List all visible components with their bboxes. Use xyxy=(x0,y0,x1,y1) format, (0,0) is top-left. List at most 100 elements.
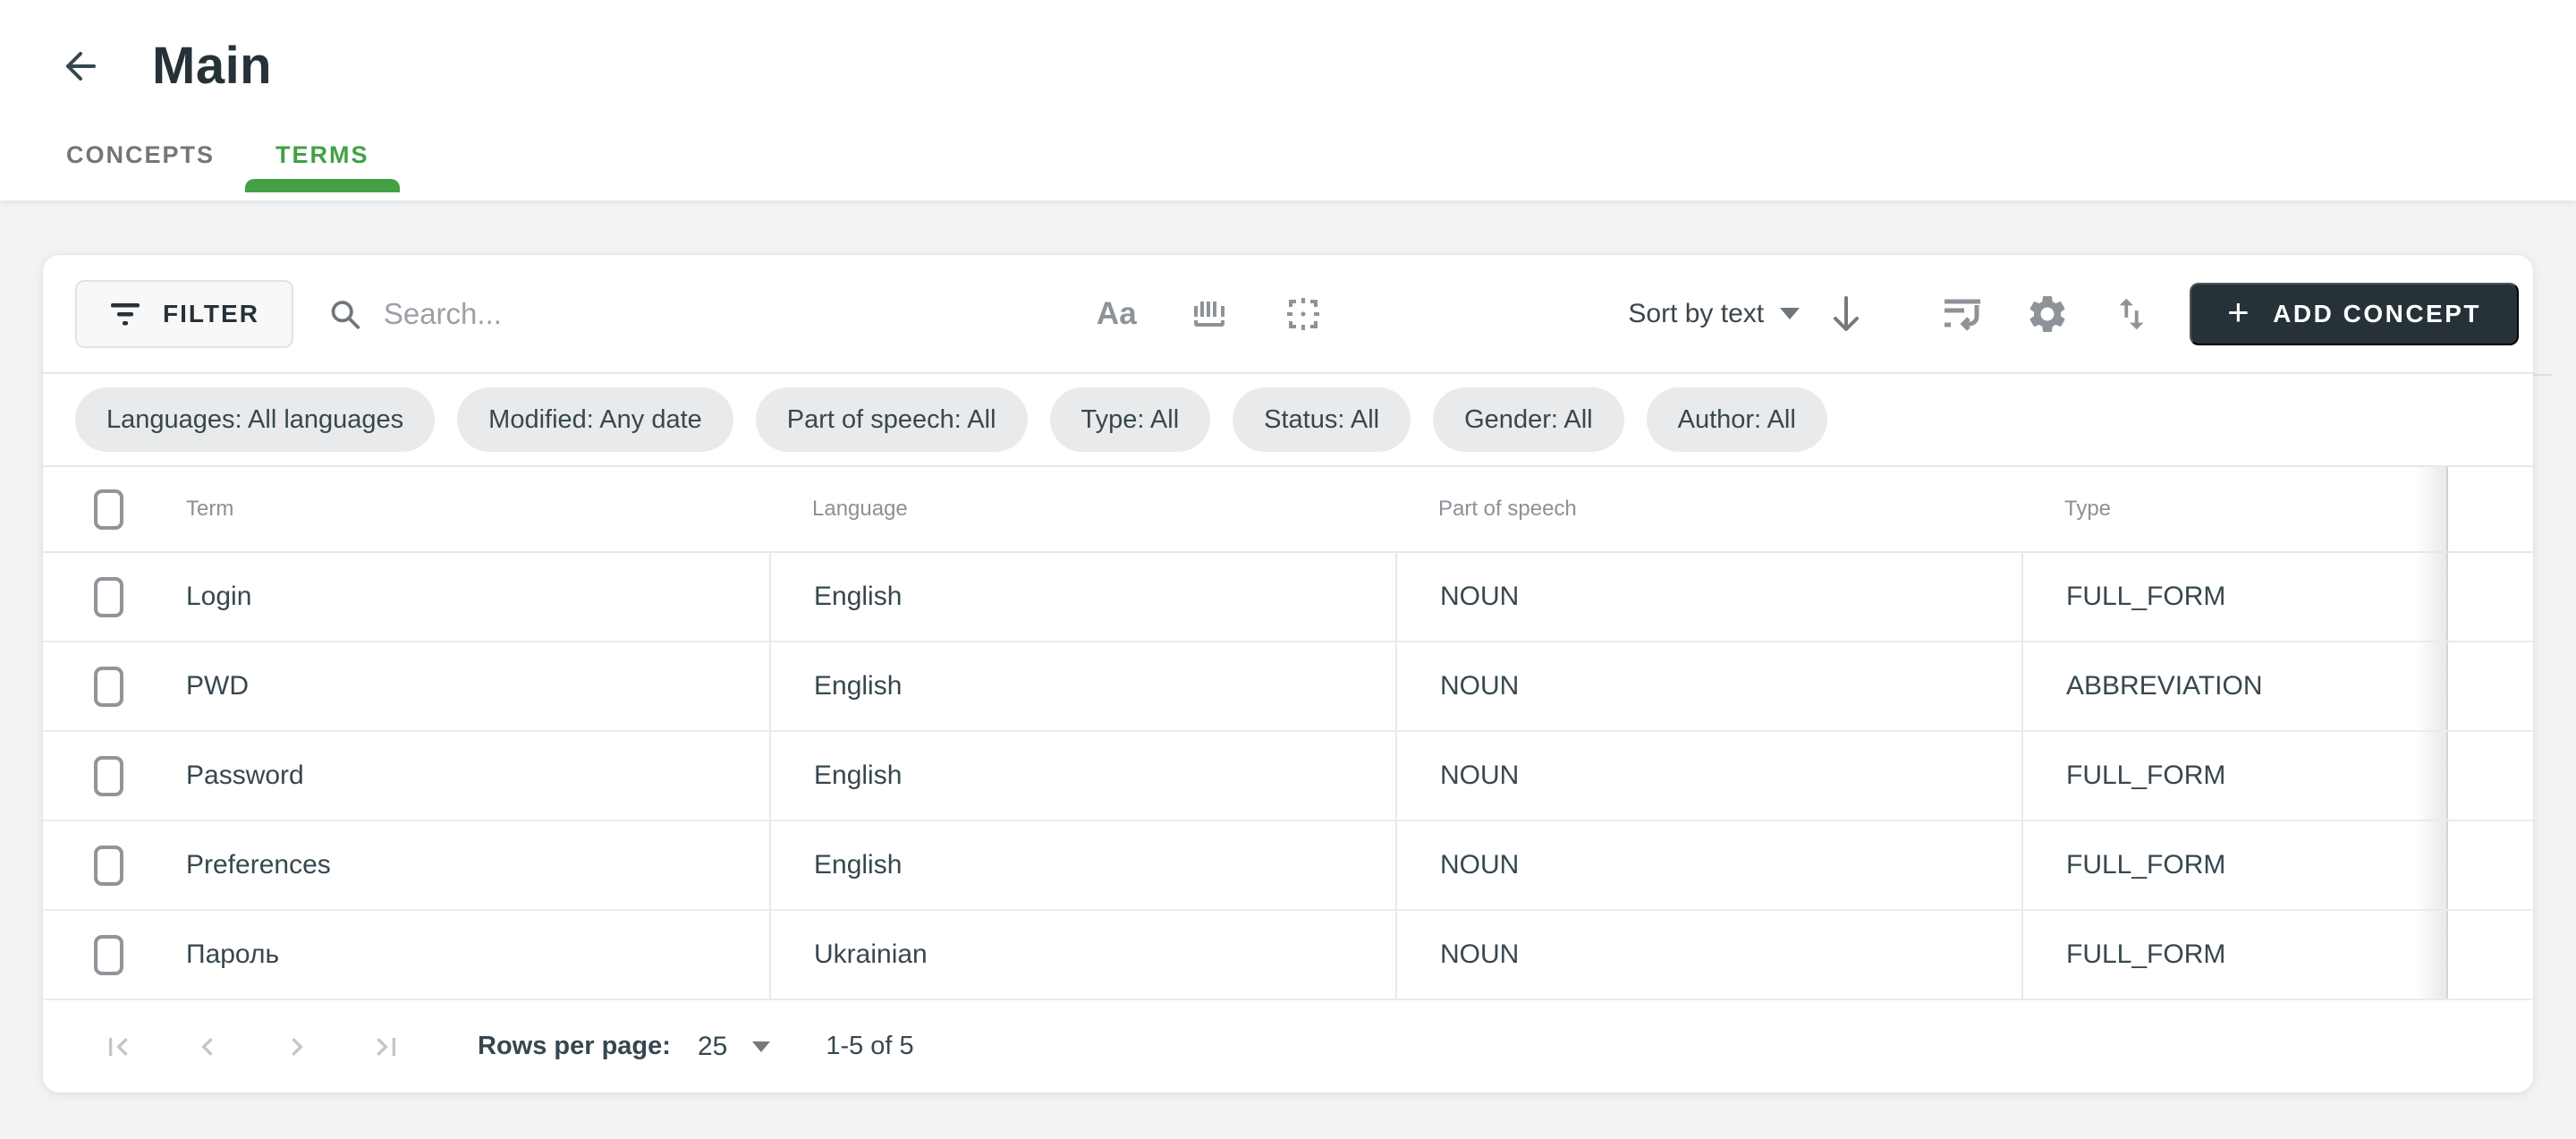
pagination-bar: Rows per page: 25 1-5 of 5 xyxy=(43,1000,2533,1092)
add-concept-button[interactable]: + ADD CONCEPT xyxy=(2190,283,2519,345)
pinned-cell xyxy=(2446,732,2533,820)
part-of-speech-cell: NOUN xyxy=(1395,732,2021,820)
term-value: PWD xyxy=(186,671,249,701)
select-all-checkbox[interactable] xyxy=(94,489,123,530)
first-page-button[interactable] xyxy=(98,1027,138,1067)
term-value: Preferences xyxy=(186,850,331,880)
table-row[interactable]: Password English NOUN FULL_FORM xyxy=(43,732,2533,821)
rows-per-page-select[interactable]: 25 xyxy=(698,1032,770,1062)
title-row: Main xyxy=(0,0,2576,96)
sort-select-value: Sort by text xyxy=(1628,299,1764,329)
language-cell: Ukrainian xyxy=(769,911,1395,999)
part-of-speech-cell: NOUN xyxy=(1395,821,2021,909)
language-cell: English xyxy=(769,732,1395,820)
part-of-speech-cell: NOUN xyxy=(1395,911,2021,999)
filter-chip[interactable]: Languages: All languages xyxy=(75,387,435,452)
type-cell: ABBREVIATION xyxy=(2021,642,2446,730)
search-icon xyxy=(327,295,362,333)
content-area: FILTER Aa xyxy=(0,200,2576,1139)
table-row[interactable]: Пароль Ukrainian NOUN FULL_FORM xyxy=(43,911,2533,1000)
filter-chip[interactable]: Gender: All xyxy=(1433,387,1623,452)
language-cell: English xyxy=(769,553,1395,641)
filter-chip[interactable]: Type: All xyxy=(1050,387,1211,452)
term-cell: Пароль xyxy=(43,911,769,999)
table-row[interactable]: Login English NOUN FULL_FORM xyxy=(43,553,2533,642)
row-checkbox[interactable] xyxy=(94,667,123,707)
filter-chip[interactable]: Modified: Any date xyxy=(457,387,733,452)
pagination-range: 1-5 of 5 xyxy=(826,1032,913,1061)
tab-concepts[interactable]: CONCEPTS xyxy=(36,117,245,192)
pinned-cell xyxy=(2446,911,2533,999)
part-of-speech-cell: NOUN xyxy=(1395,553,2021,641)
table-row[interactable]: PWD English NOUN ABBREVIATION xyxy=(43,642,2533,732)
chevron-down-icon xyxy=(1780,308,1800,319)
filter-button-label: FILTER xyxy=(163,300,259,328)
type-cell: FULL_FORM xyxy=(2021,821,2446,909)
back-arrow-icon xyxy=(59,46,100,87)
filter-button[interactable]: FILTER xyxy=(75,280,293,348)
pinned-cell xyxy=(2446,553,2533,641)
sort-select[interactable]: Sort by text xyxy=(1628,299,1800,329)
term-cell: Login xyxy=(43,553,769,641)
table-row[interactable]: Preferences English NOUN FULL_FORM xyxy=(43,821,2533,911)
active-tab-indicator xyxy=(245,179,400,192)
row-checkbox[interactable] xyxy=(94,577,123,617)
search-option-icons: Aa xyxy=(1097,293,1325,336)
pinned-cell xyxy=(2446,642,2533,730)
tab-bar: CONCEPTS TERMS xyxy=(36,117,2576,192)
term-cell: Preferences xyxy=(43,821,769,909)
terms-card: FILTER Aa xyxy=(43,255,2533,1092)
column-header-language: Language xyxy=(769,467,1395,551)
rows-per-page-value: 25 xyxy=(698,1032,727,1062)
term-value: Пароль xyxy=(186,939,279,970)
settings-gear-icon[interactable] xyxy=(2025,292,2070,336)
term-value: Login xyxy=(186,582,251,612)
type-cell: FULL_FORM xyxy=(2021,732,2446,820)
barcode-icon[interactable] xyxy=(1189,295,1230,333)
term-cell: PWD xyxy=(43,642,769,730)
tab-terms-label: TERMS xyxy=(275,141,369,169)
match-case-icon[interactable]: Aa xyxy=(1097,298,1137,329)
filter-chip[interactable]: Status: All xyxy=(1233,387,1411,452)
next-page-button[interactable] xyxy=(277,1027,317,1067)
low-priority-icon[interactable] xyxy=(1941,294,1984,334)
tab-concepts-label: CONCEPTS xyxy=(66,141,215,169)
app-header: Main CONCEPTS TERMS xyxy=(0,0,2576,200)
row-checkbox[interactable] xyxy=(94,935,123,975)
page-title: Main xyxy=(152,36,272,96)
toolbar-action-icons xyxy=(1941,292,2152,336)
term-cell: Password xyxy=(43,732,769,820)
table-body: Login English NOUN FULL_FORM PWD English… xyxy=(43,553,2533,1000)
filter-icon xyxy=(109,299,141,329)
back-button[interactable] xyxy=(59,46,100,87)
import-export-icon[interactable] xyxy=(2111,293,2152,335)
filter-chip[interactable]: Part of speech: All xyxy=(756,387,1028,452)
rows-per-page-label: Rows per page: xyxy=(478,1032,671,1061)
term-value: Password xyxy=(186,761,304,791)
toolbar-divider-extension xyxy=(2533,374,2553,376)
focus-frame-icon[interactable] xyxy=(1282,293,1325,336)
column-header-type: Type xyxy=(2021,467,2446,551)
tab-terms[interactable]: TERMS xyxy=(245,117,400,192)
plus-icon: + xyxy=(2227,293,2251,331)
language-cell: English xyxy=(769,821,1395,909)
pinned-column-header xyxy=(2446,467,2533,551)
table-header-term-cell: Term xyxy=(43,467,769,551)
column-header-term: Term xyxy=(186,497,233,522)
type-cell: FULL_FORM xyxy=(2021,911,2446,999)
table-header-row: Term Language Part of speech Type xyxy=(43,467,2533,553)
filter-chip[interactable]: Author: All xyxy=(1647,387,1827,452)
last-page-button[interactable] xyxy=(367,1027,406,1067)
toolbar: FILTER Aa xyxy=(43,255,2533,374)
part-of-speech-cell: NOUN xyxy=(1395,642,2021,730)
search-input[interactable] xyxy=(384,297,1097,331)
row-checkbox[interactable] xyxy=(94,846,123,886)
sort-direction-descending-icon[interactable] xyxy=(1826,293,1866,336)
row-checkbox[interactable] xyxy=(94,756,123,796)
search-box xyxy=(327,295,1097,333)
type-cell: FULL_FORM xyxy=(2021,553,2446,641)
filter-chips-row: Languages: All languages Modified: Any d… xyxy=(43,374,2533,467)
previous-page-button[interactable] xyxy=(188,1027,227,1067)
pinned-cell xyxy=(2446,821,2533,909)
chevron-down-icon xyxy=(752,1041,770,1052)
